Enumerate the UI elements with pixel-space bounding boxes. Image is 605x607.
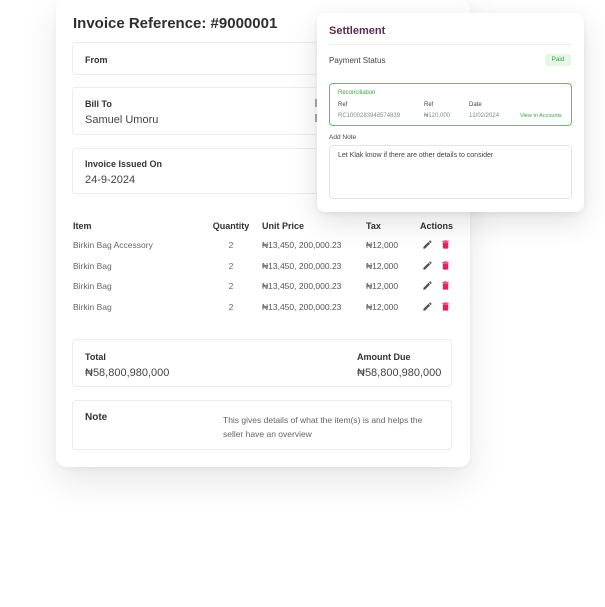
bill-to-label: Bill To [85,99,112,109]
view-in-accounts-link[interactable]: View In Accounts [520,113,562,119]
row-tax: ₦12,000 [366,281,399,291]
invoice-issued-value: 24-9-2024 [85,174,136,186]
recon-date-label: Date [469,102,482,108]
edit-icon[interactable] [422,260,433,271]
row-tax: ₦12,000 [366,261,399,271]
row-unit-price: ₦13,450, 200,000.23 [262,261,342,271]
amount-due-value: ₦58,800,980,000 [357,367,442,379]
note-text: This gives details of what the item(s) i… [223,415,423,439]
divider [329,44,572,45]
row-quantity: 2 [228,240,234,250]
trash-icon[interactable] [440,260,451,271]
amount-due-label: Amount Due [357,352,411,362]
col-actions: Actions [420,221,454,231]
recon-date-value: 12/02/2024 [469,113,500,119]
col-unit-price: Unit Price [262,221,305,231]
bill-to-value: Samuel Umoru [85,114,159,126]
edit-icon[interactable] [422,239,433,250]
recon-amount-label: Ref [424,102,434,108]
trash-icon[interactable] [440,239,451,250]
row-quantity: 2 [228,281,234,291]
recon-ref-label: Ref [338,102,348,108]
table-row: Birkin Bag Accessory 2 ₦13,450, 200,000.… [73,240,453,252]
reconciliation-box: Reconciliation Ref RC1000283948574839 Re… [329,83,572,126]
invoice-title: Invoice Reference: #9000001 [73,15,278,32]
row-quantity: 2 [228,302,234,312]
col-quantity: Quantity [212,221,250,231]
row-unit-price: ₦13,450, 200,000.23 [262,302,342,312]
edit-icon[interactable] [422,280,433,291]
note-label: Note [85,412,108,423]
row-item: Birkin Bag Accessory [73,240,153,250]
row-tax: ₦12,000 [366,302,399,312]
from-label: From [85,55,108,65]
recon-ref-value: RC1000283948574839 [338,113,401,119]
row-actions [422,301,454,313]
row-actions [422,239,454,251]
col-tax: Tax [366,221,381,231]
items-table-header: Item Quantity Unit Price Tax Actions [73,221,453,233]
trash-icon[interactable] [440,280,451,291]
totals-box: Total ₦58,800,980,000 Amount Due ₦58,800… [72,339,452,387]
edit-icon[interactable] [422,301,433,312]
row-tax: ₦12,000 [366,240,399,250]
row-actions [422,280,454,292]
row-actions [422,260,454,272]
row-quantity: 2 [228,261,234,271]
table-row: Birkin Bag 2 ₦13,450, 200,000.23 ₦12,000 [73,281,453,293]
table-row: Birkin Bag 2 ₦13,450, 200,000.23 ₦12,000 [73,302,453,314]
recon-amount-value: ₦120,000 [424,113,451,119]
payment-status-label: Payment Status [329,56,386,65]
add-note-input[interactable]: Let Klak know if there are other details… [329,145,572,199]
row-item: Birkin Bag [73,261,112,271]
settlement-title: Settlement [329,25,386,37]
trash-icon[interactable] [440,301,451,312]
row-item: Birkin Bag [73,302,112,312]
settlement-card: Settlement Payment Status Paid Reconcili… [317,13,584,212]
col-item: Item [73,221,92,231]
note-box: Note This gives details of what the item… [72,400,452,450]
invoice-issued-label: Invoice Issued On [85,159,163,169]
row-unit-price: ₦13,450, 200,000.23 [262,281,342,291]
total-label: Total [85,352,106,362]
total-value: ₦58,800,980,000 [85,367,170,379]
table-row: Birkin Bag 2 ₦13,450, 200,000.23 ₦12,000 [73,261,453,273]
add-note-label: Add Note [329,134,357,141]
row-unit-price: ₦13,450, 200,000.23 [262,240,342,250]
reconciliation-title: Reconciliation [338,90,376,96]
row-item: Birkin Bag [73,281,112,291]
payment-status-badge: Paid [545,54,571,66]
